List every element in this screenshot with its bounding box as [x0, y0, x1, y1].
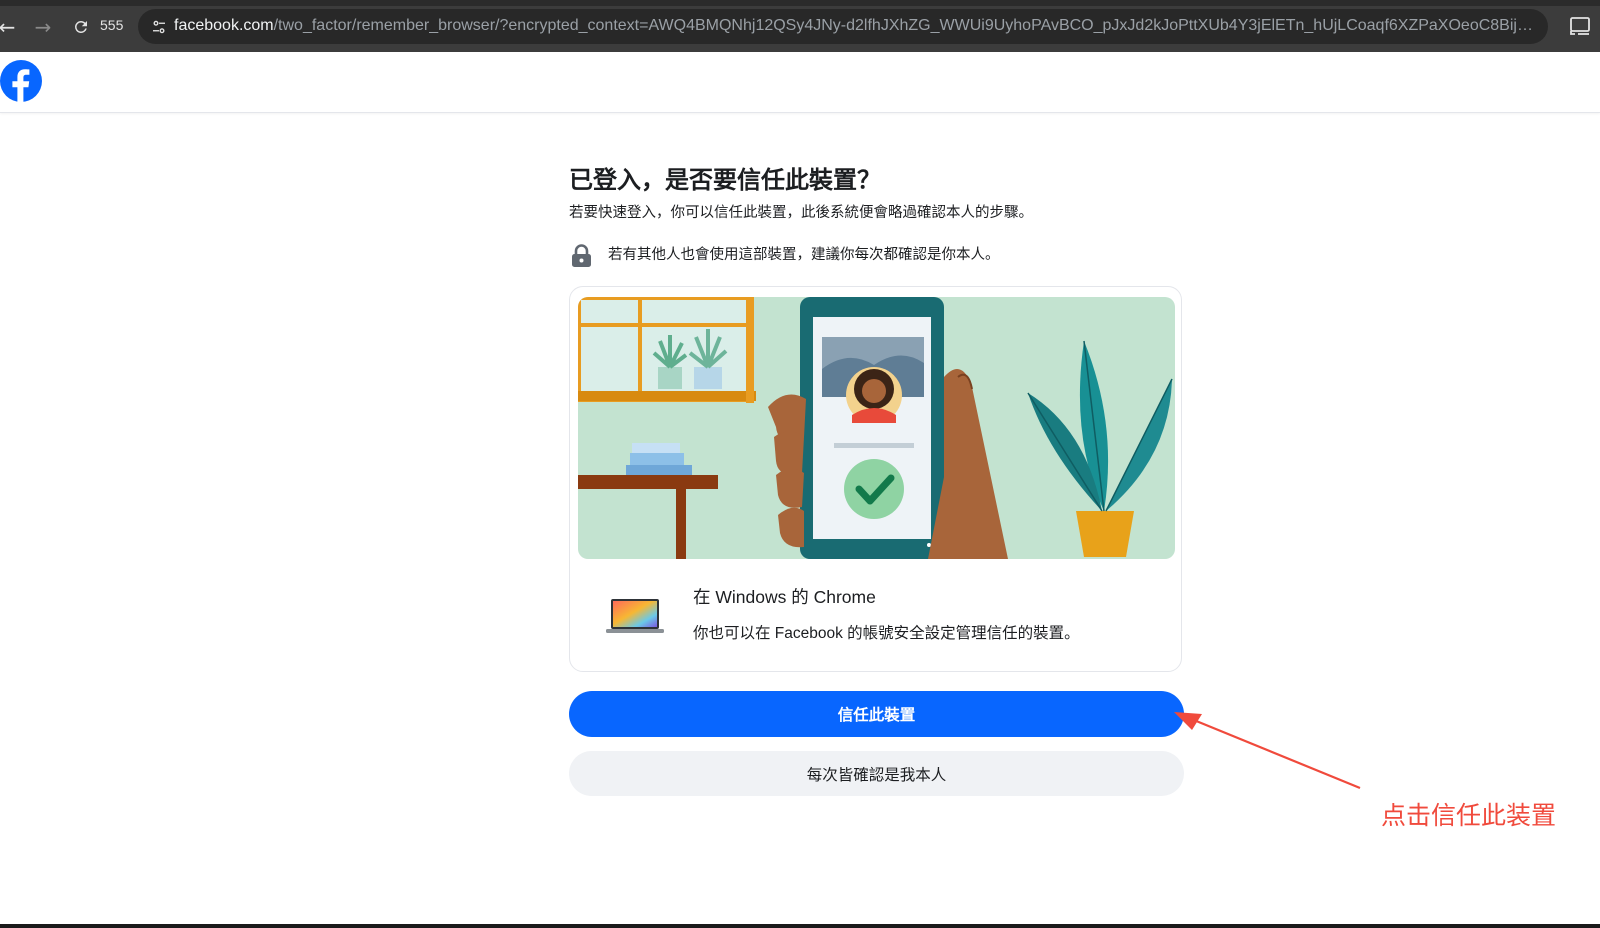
taskbar-edge	[0, 924, 1600, 928]
device-card: 在 Windows 的 Chrome 你也可以在 Facebook 的帳號安全設…	[569, 286, 1182, 672]
page-title: 已登入，是否要信任此裝置？	[569, 166, 881, 194]
page-subtitle: 若要快速登入，你可以信任此裝置，此後系統便會略過確認本人的步驟。	[569, 205, 1033, 221]
back-button[interactable]: ←	[0, 12, 22, 42]
arrow-left-icon: ←	[0, 15, 16, 39]
device-description: 你也可以在 Facebook 的帳號安全設定管理信任的裝置。	[693, 625, 1080, 642]
annotation-label: 点击信任此装置	[1381, 801, 1557, 830]
facebook-header	[0, 52, 1600, 113]
url-path: /two_factor/remember_browser/?encrypted_…	[273, 17, 1539, 34]
tab-count[interactable]: 555	[100, 17, 123, 33]
lock-icon	[572, 244, 591, 267]
facebook-logo-icon[interactable]	[0, 60, 42, 102]
annotation-arrow-icon	[1174, 712, 1361, 790]
tab-strip	[0, 0, 1600, 6]
warning-text: 若有其他人也會使用這部裝置，建議你每次都確認是你本人。	[608, 247, 1000, 263]
cast-icon[interactable]	[1568, 15, 1592, 37]
tune-icon	[153, 20, 165, 34]
address-bar[interactable]: facebook.com/two_factor/remember_browser…	[138, 9, 1548, 44]
device-name: 在 Windows 的 Chrome	[693, 587, 876, 607]
warning-row: 若有其他人也會使用這部裝置，建議你每次都確認是你本人。	[569, 242, 1184, 270]
forward-button[interactable]: →	[28, 12, 58, 42]
url-host: facebook.com	[174, 17, 274, 34]
always-confirm-button[interactable]: 每次皆確認是我本人	[569, 751, 1184, 796]
url-text[interactable]: facebook.com/two_factor/remember_browser…	[174, 17, 1539, 35]
arrow-right-icon: →	[34, 15, 52, 39]
reload-icon	[75, 21, 87, 33]
trust-device-button[interactable]: 信任此裝置	[569, 691, 1184, 737]
browser-toolbar: ← → 555 facebook.com/two_factor/remember…	[0, 0, 1600, 52]
laptop-icon	[606, 599, 664, 633]
trust-device-illustration	[578, 297, 1175, 559]
site-info-button[interactable]	[146, 14, 172, 40]
reload-button[interactable]	[66, 12, 96, 42]
